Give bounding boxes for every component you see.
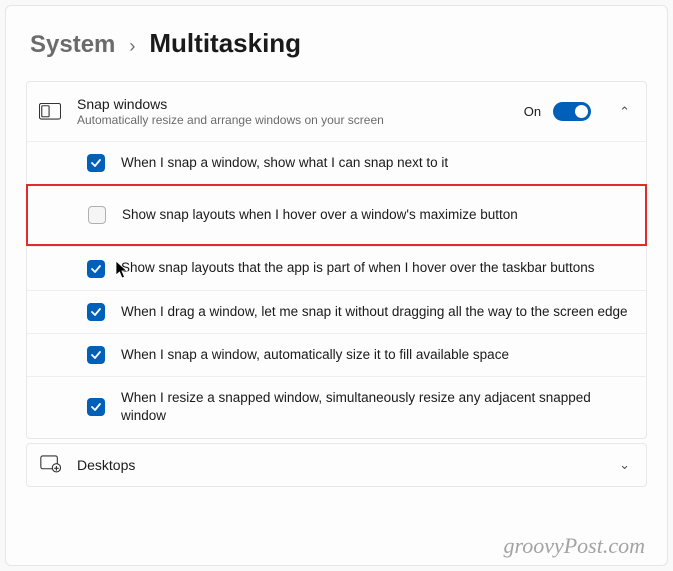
- desktops-title: Desktops: [77, 457, 603, 473]
- checkbox-checked-icon[interactable]: [87, 260, 105, 278]
- option-label: When I snap a window, automatically size…: [121, 346, 509, 364]
- snap-option-auto-size[interactable]: When I snap a window, automatically size…: [27, 333, 646, 376]
- checkbox-checked-icon[interactable]: [87, 154, 105, 172]
- option-label: Show snap layouts that the app is part o…: [121, 259, 595, 277]
- snap-option-show-next[interactable]: When I snap a window, show what I can sn…: [27, 141, 646, 184]
- snap-toggle[interactable]: [553, 102, 591, 121]
- watermark: groovyPost.com: [503, 533, 645, 559]
- page-title: Multitasking: [149, 28, 301, 59]
- checkbox-checked-icon[interactable]: [87, 346, 105, 364]
- snap-windows-header[interactable]: Snap windows Automatically resize and ar…: [27, 82, 646, 141]
- snap-windows-card: Snap windows Automatically resize and ar…: [26, 81, 647, 439]
- option-label: Show snap layouts when I hover over a wi…: [122, 206, 518, 224]
- checkbox-checked-icon[interactable]: [87, 398, 105, 416]
- desktops-card[interactable]: Desktops ⌄: [26, 443, 647, 487]
- checkbox-checked-icon[interactable]: [87, 303, 105, 321]
- snap-windows-subtitle: Automatically resize and arrange windows…: [77, 113, 524, 127]
- breadcrumb-parent[interactable]: System: [30, 31, 115, 59]
- snap-toggle-label: On: [524, 104, 541, 119]
- checkbox-unchecked-icon[interactable]: [88, 206, 106, 224]
- breadcrumb: System › Multitasking: [26, 28, 647, 59]
- option-label: When I drag a window, let me snap it wit…: [121, 303, 628, 321]
- chevron-up-icon: ⌃: [619, 104, 630, 120]
- option-label: When I snap a window, show what I can sn…: [121, 154, 448, 172]
- snap-windows-title: Snap windows: [77, 96, 524, 112]
- snap-option-drag-edge[interactable]: When I drag a window, let me snap it wit…: [27, 290, 646, 333]
- snap-option-taskbar-hover[interactable]: Show snap layouts that the app is part o…: [27, 246, 646, 289]
- desktops-icon: [39, 454, 61, 476]
- snap-windows-icon: [39, 101, 61, 123]
- snap-option-hover-maximize[interactable]: Show snap layouts when I hover over a wi…: [26, 184, 647, 246]
- snap-option-resize-adjacent[interactable]: When I resize a snapped window, simultan…: [27, 376, 646, 437]
- option-label: When I resize a snapped window, simultan…: [121, 389, 630, 425]
- chevron-down-icon: ⌄: [619, 457, 630, 473]
- chevron-right-icon: ›: [129, 36, 135, 57]
